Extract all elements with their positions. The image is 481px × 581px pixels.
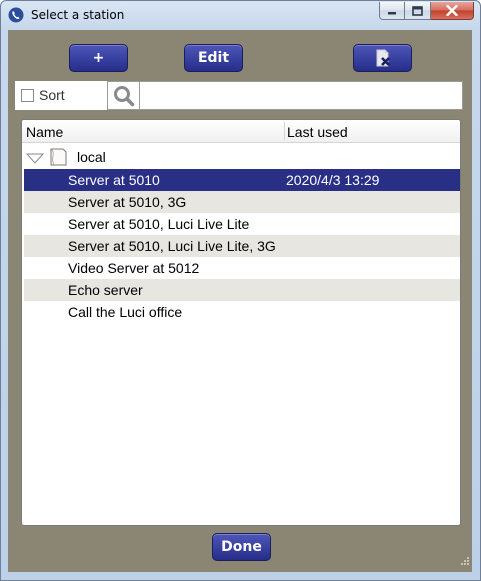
station-window: Select a station + Edit Sort Name Last u… [0,0,481,581]
station-name: Server at 5010, 3G [68,194,187,210]
resize-grip-icon[interactable] [460,555,470,570]
window-title: Select a station [31,8,125,22]
station-last-used: 2020/4/3 13:29 [286,172,380,188]
station-row[interactable]: Server at 5010, Luci Live Lite, 3G [24,235,460,257]
sort-label: Sort [39,87,65,103]
station-row[interactable]: Echo server [24,279,460,301]
group-row-local[interactable]: local [22,146,460,168]
station-rows: Server at 5010 2020/4/3 13:29 Server at 50… [24,169,460,323]
delete-document-icon [376,49,390,67]
maximize-icon [412,5,423,16]
close-button[interactable] [431,2,474,20]
search-input[interactable] [140,82,460,109]
maximize-button[interactable] [405,2,431,20]
station-name: Server at 5010, Luci Live Lite [68,216,250,232]
column-header-name[interactable]: Name [26,124,63,140]
station-name: Call the Luci office [68,304,183,320]
station-list: Name Last used local Server at 5010 2020/… [21,119,461,526]
sort-checkbox[interactable] [21,89,34,102]
station-name: Echo server [68,282,143,298]
station-row[interactable]: Server at 5010, 3G [24,191,460,213]
station-row[interactable]: Server at 5010, Luci Live Lite [24,213,460,235]
caption-buttons [379,2,474,21]
done-button[interactable]: Done [212,533,271,561]
station-name: Server at 5010, Luci Live Lite, 3G [68,238,276,254]
column-header-last-used[interactable]: Last used [287,124,348,140]
station-row[interactable]: Video Server at 5012 [24,257,460,279]
filter-row: Sort [15,81,463,110]
station-row[interactable]: Call the Luci office [24,301,460,323]
edit-station-button[interactable]: Edit [184,44,243,72]
search-icon[interactable] [108,82,140,109]
delete-station-button[interactable] [353,44,412,72]
list-header: Name Last used [22,120,460,143]
add-station-button[interactable]: + [69,44,128,72]
minimize-button[interactable] [379,2,405,20]
folder-page-icon [49,147,68,170]
expand-triangle-icon[interactable] [25,151,45,167]
title-bar[interactable]: Select a station [1,1,480,30]
group-label: local [77,149,106,165]
station-name: Video Server at 5012 [68,260,200,276]
client-area: + Edit Sort Name Last used local Server … [8,30,472,572]
search-box [107,81,463,110]
column-divider[interactable] [284,122,285,140]
minimize-icon [388,11,396,14]
station-row[interactable]: Server at 5010 2020/4/3 13:29 [24,169,460,191]
phone-icon [8,7,24,23]
close-icon [446,5,458,16]
station-name: Server at 5010 [68,172,160,188]
